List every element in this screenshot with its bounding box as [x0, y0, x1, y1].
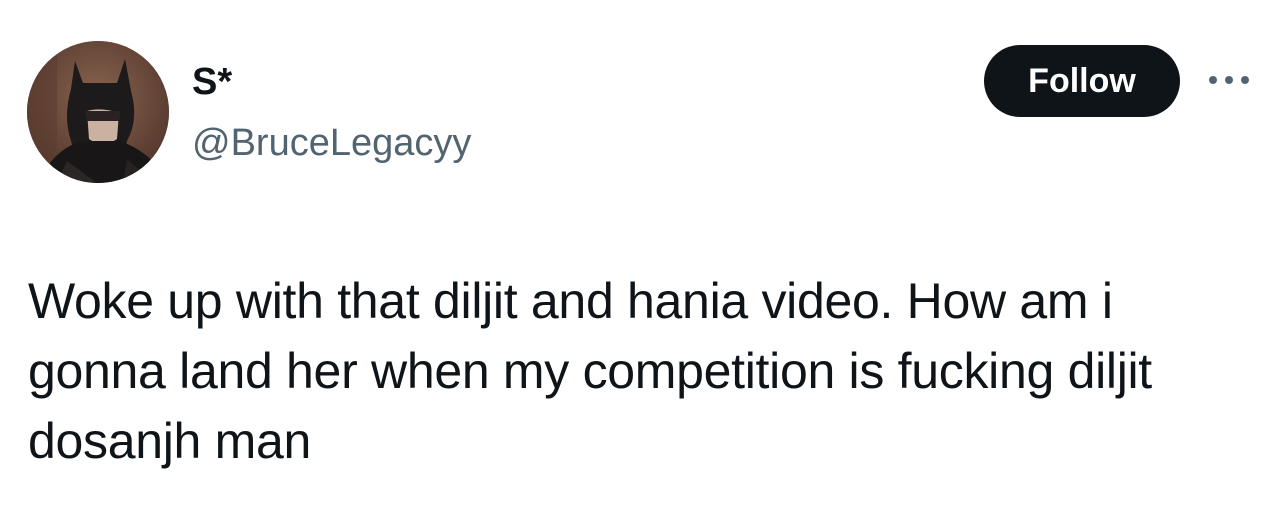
tweet-card: S* @BruceLegacyy Follow Woke up with tha…: [0, 0, 1284, 506]
avatar[interactable]: [27, 41, 169, 183]
user-handle[interactable]: @BruceLegacyy: [192, 120, 471, 166]
follow-button[interactable]: Follow: [984, 45, 1180, 117]
more-options-button[interactable]: [1203, 62, 1255, 98]
more-horizontal-icon: [1209, 76, 1249, 84]
display-name[interactable]: S*: [192, 60, 232, 104]
tweet-text: Woke up with that diljit and hania video…: [28, 273, 1152, 469]
batman-avatar-icon: [27, 41, 169, 183]
